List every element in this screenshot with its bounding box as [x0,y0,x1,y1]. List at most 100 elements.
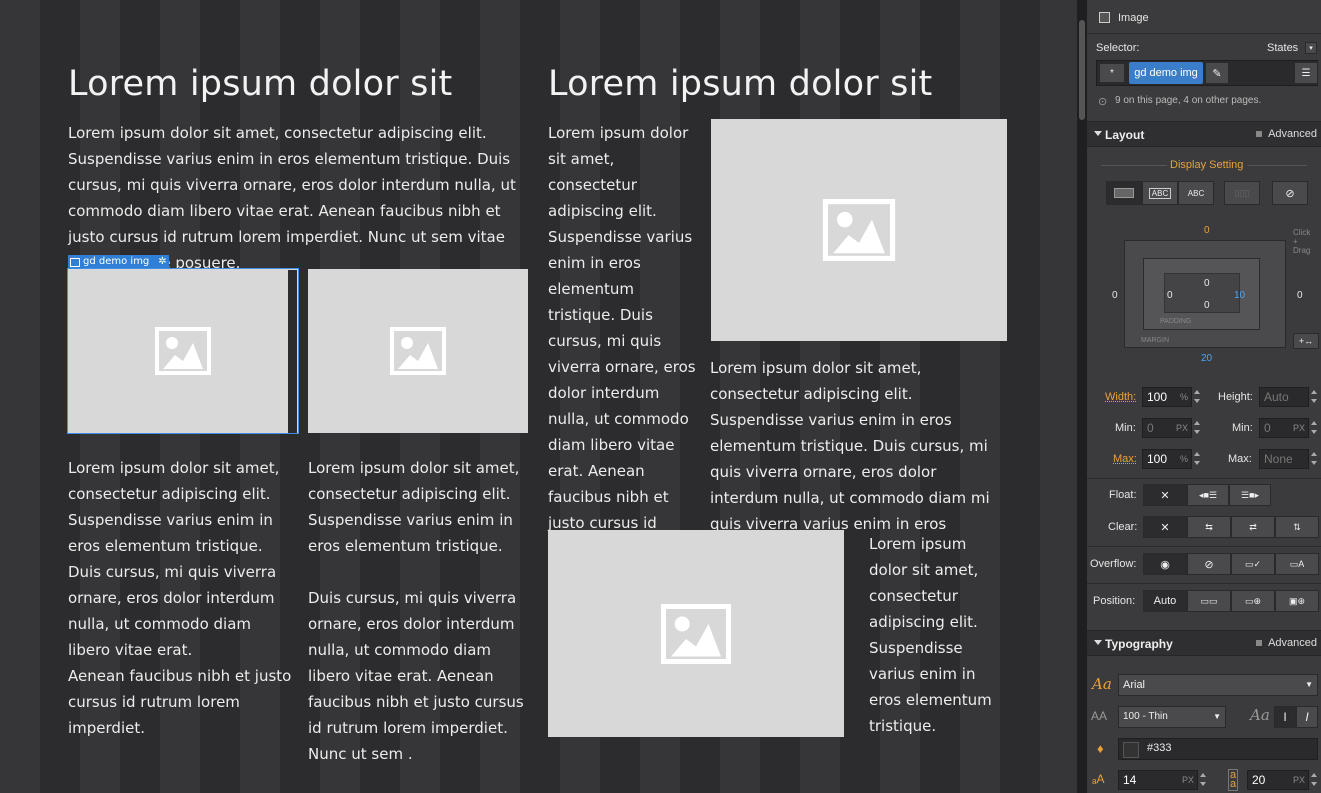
width-unit[interactable]: % [1180,388,1188,406]
overflow-visible-button[interactable]: ◉ [1143,553,1187,575]
click-drag-hint: Click + Drag [1293,228,1311,255]
min-width-unit[interactable]: PX [1176,419,1188,437]
selector-chip[interactable]: gd demo img [1129,62,1203,84]
typography-advanced-toggle[interactable]: Advanced [1256,637,1317,649]
width-stepper[interactable] [1193,387,1201,407]
float-label: Float: [1109,489,1137,501]
display-flex-button[interactable]: ▯▯▯ [1224,181,1260,205]
max-width-input[interactable]: 100% [1142,449,1192,469]
line-height-unit[interactable]: PX [1293,771,1305,789]
height-input[interactable]: Auto [1259,387,1309,407]
min-height-label: Min: [1232,422,1253,434]
eye-icon: ◉ [1160,558,1170,571]
canvas-scrollbar[interactable] [1077,0,1087,793]
overflow-scroll-button[interactable]: ▭✓ [1231,553,1275,575]
margin-top-value[interactable]: 0 [1204,225,1210,236]
typography-section-header[interactable]: Typography Advanced [1087,630,1321,656]
font-size-input[interactable]: 14 PX [1118,770,1198,790]
font-size-unit[interactable]: PX [1182,771,1194,789]
image-placeholder[interactable] [548,530,844,737]
padding-bottom-value[interactable]: 0 [1204,300,1210,311]
min-width-stepper[interactable] [1193,418,1201,438]
selector-menu-icon[interactable]: ☰ [1294,62,1318,84]
intro-paragraph[interactable]: Lorem ipsum dolor sit amet, consectetur … [68,120,523,276]
scrollbar-thumb[interactable] [1079,20,1085,120]
clear-left-button[interactable]: ⇆ [1187,516,1231,538]
float-none-button[interactable]: ✕ [1143,484,1187,506]
column2-paragraph1[interactable]: Lorem ipsum dolor sit amet, consectetur … [308,455,528,559]
right-narrow-paragraph[interactable]: Lorem ipsum dolor sit amet, consectetur … [548,120,698,588]
clear-none-button[interactable]: ✕ [1143,516,1187,538]
clear-right-button[interactable]: ⇄ [1231,516,1275,538]
min-height-stepper[interactable] [1310,418,1318,438]
image-placeholder-selected[interactable] [67,268,299,434]
selected-element-tag[interactable]: gd demo img ✲ [68,255,169,269]
overflow-hidden-button[interactable]: ⊘ [1187,553,1231,575]
clear-label: Clear: [1108,521,1138,533]
color-value[interactable]: #333 [1147,742,1171,754]
padding-right-value[interactable]: 10 [1234,290,1245,301]
padding-top-value[interactable]: 0 [1204,278,1210,289]
padding-left-value[interactable]: 0 [1167,290,1173,301]
column1-paragraph2[interactable]: Aenean faucibus nibh et justo cursus id … [68,663,293,741]
layout-section-header[interactable]: Layout Advanced [1087,121,1321,147]
float-left-button[interactable]: ◂■☰ [1187,484,1229,506]
position-fixed-button[interactable]: ▣⊕ [1275,590,1319,612]
font-style-normal-button[interactable]: I [1274,706,1296,728]
max-width-unit[interactable]: % [1180,450,1188,468]
states-label: States [1267,42,1299,54]
design-canvas[interactable]: Lorem ipsum dolor sit Lorem ipsum dolor … [0,0,1077,793]
height-value: Auto [1264,390,1289,404]
color-swatch[interactable] [1123,742,1139,758]
font-family-select[interactable]: Arial ▼ [1118,674,1318,696]
max-width-value: 100 [1147,452,1168,466]
min-height-input[interactable]: 0 PX [1259,418,1309,438]
image-placeholder[interactable] [711,119,1007,341]
overflow-auto-button[interactable]: ▭A [1275,553,1319,575]
gear-icon[interactable]: ✲ [158,255,166,269]
display-block-button[interactable] [1106,181,1142,205]
min-width-input[interactable]: 0 PX [1142,418,1192,438]
overflow-label: Overflow: [1090,558,1137,570]
float-right-button[interactable]: ☰■▸ [1229,484,1271,506]
max-height-label: Max: [1228,453,1252,465]
clear-both-button[interactable]: ⇅ [1275,516,1319,538]
column1-paragraph1[interactable]: Lorem ipsum dolor sit amet, consectetur … [68,455,293,663]
height-stepper[interactable] [1310,387,1318,407]
display-none-button[interactable]: ⊘ [1272,181,1308,205]
margin-right-value[interactable]: 0 [1297,290,1303,301]
heading-left[interactable]: Lorem ipsum dolor sit [68,64,452,104]
max-width-stepper[interactable] [1193,449,1201,469]
min-height-value: 0 [1264,421,1271,435]
layout-advanced-toggle[interactable]: Advanced [1256,128,1317,140]
min-height-unit[interactable]: PX [1293,419,1305,437]
element-type-label: Image [1118,12,1149,24]
image-placeholder[interactable] [308,269,528,433]
heading-right[interactable]: Lorem ipsum dolor sit [548,64,932,104]
expand-spacing-button[interactable]: +↔ [1293,333,1319,349]
line-height-stepper[interactable] [1310,770,1318,790]
right-bottom-paragraph[interactable]: Lorem ipsum dolor sit amet, consectetur … [869,531,1009,739]
font-weight-icon: AA [1091,709,1108,723]
pencil-icon[interactable]: ✎ [1205,62,1229,84]
margin-bottom-value[interactable]: 20 [1201,353,1212,364]
column2-paragraph2[interactable]: Duis cursus, mi quis viverra ornare, ero… [308,585,528,767]
position-auto-button[interactable]: Auto [1143,590,1187,612]
image-placeholder-icon [822,199,896,261]
font-weight-select[interactable]: 100 - Thin ▼ [1118,706,1226,728]
display-inline-block-button[interactable]: ABC [1142,181,1178,205]
font-family-icon: Aa [1092,675,1112,693]
font-style-italic-button[interactable]: I [1296,706,1318,728]
line-height-input[interactable]: 20 PX [1247,770,1309,790]
max-height-stepper[interactable] [1310,449,1318,469]
margin-left-value[interactable]: 0 [1112,290,1118,301]
display-inline-button[interactable]: ABC [1178,181,1214,205]
position-relative-button[interactable]: ▭▭ [1187,590,1231,612]
asterisk-selector-button[interactable]: * [1099,63,1125,83]
color-drop-icon: ♦ [1097,741,1104,756]
position-absolute-button[interactable]: ▭⊕ [1231,590,1275,612]
max-height-input[interactable]: None [1259,449,1309,469]
states-dropdown-button[interactable]: ▾ [1305,42,1317,54]
font-size-stepper[interactable] [1199,770,1207,790]
width-input[interactable]: 100% [1142,387,1192,407]
